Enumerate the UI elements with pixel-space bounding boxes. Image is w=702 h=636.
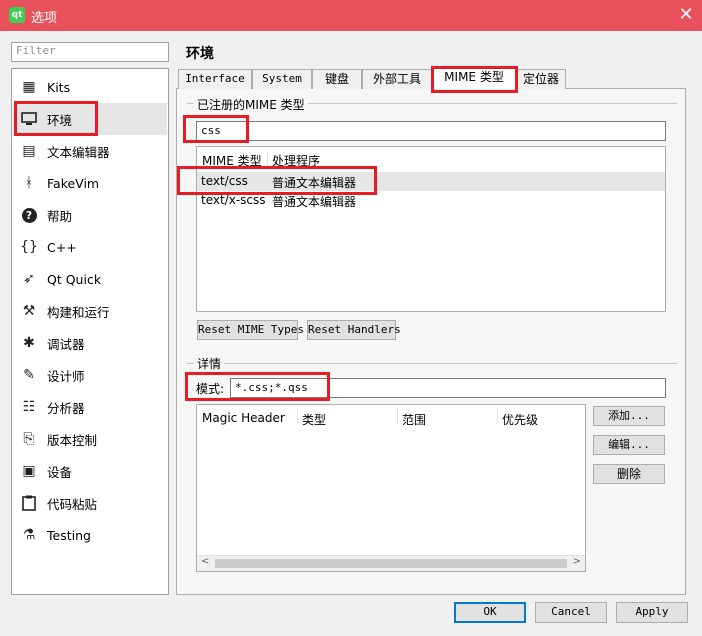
apply-button[interactable]: Apply [616, 602, 688, 623]
sidebar-item-label: Qt Quick [47, 271, 102, 287]
pencil-icon: ✎ [23, 367, 35, 383]
sidebar-item-label: 设备 [47, 464, 73, 480]
sidebar-item-devices[interactable]: ▣ 设备 [13, 455, 167, 487]
sidebar-item-version-control[interactable]: ⎘ 版本控制 [13, 423, 167, 455]
ok-button[interactable]: OK [454, 602, 526, 623]
tab-external-tools[interactable]: 外部工具 [362, 69, 432, 89]
sidebar-item-label: 构建和运行 [47, 304, 110, 320]
sidebar: ▦ Kits 环境 ▤ 文本编辑器 ᚼ FakeVim ? 帮助 {} C++ … [11, 68, 169, 595]
sidebar-item-qtquick[interactable]: ➶ Qt Quick [13, 263, 167, 295]
text-editor-icon: ▤ [22, 143, 36, 159]
column-header-magic[interactable]: Magic Header [202, 411, 285, 425]
highlight-mime-tab [431, 66, 518, 93]
sidebar-item-label: C++ [47, 239, 77, 255]
sidebar-item-label: 文本编辑器 [47, 144, 110, 160]
highlight-pattern [185, 372, 330, 401]
scroll-right-icon[interactable]: > [573, 556, 581, 567]
bug-icon: ✱ [23, 335, 35, 351]
code-paste-icon [20, 494, 38, 512]
edit-button[interactable]: 编辑... [593, 435, 665, 455]
sidebar-item-designer[interactable]: ✎ 设计师 [13, 359, 167, 391]
registered-group-label: 已注册的MIME 类型 [194, 96, 308, 113]
mime-cell: text/x-scss [201, 193, 266, 207]
cpp-braces-icon: {} [20, 239, 38, 255]
version-control-icon: ⎘ [23, 431, 35, 447]
reset-handlers-button[interactable]: Reset Handlers [307, 320, 401, 340]
tab-interface[interactable]: Interface [178, 69, 252, 89]
sidebar-item-label: 版本控制 [47, 432, 98, 448]
sidebar-item-fakevim[interactable]: ᚼ FakeVim [13, 167, 167, 199]
column-separator [297, 409, 298, 423]
kits-icon: ▦ [22, 79, 36, 95]
column-header-range[interactable]: 范围 [402, 411, 426, 428]
column-header-type[interactable]: 类型 [302, 411, 326, 428]
window-title: 选项 [31, 11, 58, 26]
flask-icon: ⚗ [22, 527, 36, 543]
sidebar-item-code-paste[interactable]: 代码粘贴 [13, 487, 167, 519]
filter-input[interactable]: Filter [11, 42, 169, 62]
help-icon-glyph: ? [21, 207, 37, 223]
column-header-priority[interactable]: 优先级 [502, 411, 538, 428]
fakevim-icon: ᚼ [24, 175, 34, 191]
title-bar: qt 选项 ✕ [0, 0, 702, 31]
details-group-line [187, 363, 677, 364]
magic-header-table: Magic Header 类型 范围 优先级 < > [196, 404, 586, 572]
delete-button[interactable]: 删除 [593, 464, 665, 484]
sidebar-item-testing[interactable]: ⚗ Testing [13, 519, 167, 551]
tab-keyboard[interactable]: 键盘 [312, 69, 362, 89]
add-button[interactable]: 添加... [593, 406, 665, 426]
sidebar-item-cpp[interactable]: {} C++ [13, 231, 167, 263]
sidebar-item-label: Kits [47, 79, 71, 95]
highlight-search [183, 115, 249, 143]
sidebar-item-label: 帮助 [47, 208, 73, 224]
sidebar-item-debugger[interactable]: ✱ 调试器 [13, 327, 167, 359]
column-separator [267, 151, 268, 165]
highlight-environment [14, 101, 98, 136]
mime-search-input[interactable]: css [196, 121, 666, 141]
reset-mime-types-button[interactable]: Reset MIME Types [197, 320, 304, 340]
column-separator [497, 409, 498, 423]
device-icon: ▣ [22, 463, 36, 479]
highlight-selected-row [177, 166, 377, 195]
sidebar-item-build-run[interactable]: ⚒ 构建和运行 [13, 295, 167, 327]
handler-cell: 普通文本编辑器 [272, 195, 357, 209]
help-icon: ? [20, 206, 38, 224]
sidebar-item-label: 分析器 [47, 400, 85, 416]
sidebar-item-label: Testing [47, 527, 91, 543]
scroll-left-icon[interactable]: < [201, 556, 209, 567]
sidebar-item-analyzer[interactable]: ☷ 分析器 [13, 391, 167, 423]
horizontal-scrollbar[interactable]: < > [197, 555, 585, 571]
sidebar-item-label: 代码粘贴 [47, 496, 98, 512]
tab-locator[interactable]: 定位器 [516, 69, 566, 89]
sidebar-item-label: FakeVim [47, 175, 100, 191]
column-separator [397, 409, 398, 423]
magic-header-columns: Magic Header 类型 范围 优先级 [197, 405, 585, 429]
sidebar-item-help[interactable]: ? 帮助 [13, 199, 167, 231]
close-icon[interactable]: ✕ [670, 0, 702, 31]
analyzer-icon: ☷ [22, 399, 36, 415]
hammer-icon: ⚒ [22, 303, 36, 319]
sidebar-item-kits[interactable]: ▦ Kits [13, 71, 167, 103]
page-title: 环境 [186, 46, 214, 62]
sidebar-item-text-editor[interactable]: ▤ 文本编辑器 [13, 135, 167, 167]
sidebar-item-label: 调试器 [47, 336, 85, 352]
tab-system[interactable]: System [252, 69, 312, 89]
sidebar-item-label: 设计师 [47, 368, 85, 384]
qtquick-icon: ➶ [23, 271, 35, 287]
cancel-button[interactable]: Cancel [535, 602, 607, 623]
qt-creator-icon: qt [9, 7, 25, 23]
details-group-label: 详情 [194, 355, 225, 372]
scrollbar-thumb[interactable] [215, 559, 567, 568]
